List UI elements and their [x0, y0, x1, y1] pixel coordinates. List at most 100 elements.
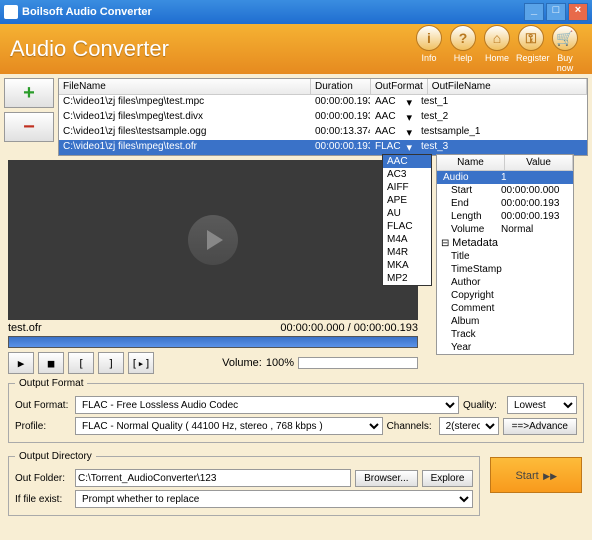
cell-duration: 00:00:00.193 [311, 140, 371, 155]
minimize-button[interactable]: _ [524, 3, 544, 21]
format-option[interactable]: AC3 [383, 168, 431, 181]
output-format-group: Output Format Out Format: FLAC - Free Lo… [8, 378, 584, 443]
meta-row[interactable]: Album [437, 315, 573, 328]
nav-home[interactable]: ⌂Home [482, 25, 512, 73]
format-option[interactable]: AU [383, 207, 431, 220]
profile-label: Profile: [15, 421, 71, 432]
col-duration[interactable]: Duration [311, 79, 371, 94]
meta-row[interactable]: Track [437, 328, 573, 341]
prop-row[interactable]: End00:00:00.193 [437, 197, 573, 210]
meta-row[interactable]: Author [437, 276, 573, 289]
cell-outfilename: test_2 [417, 110, 587, 125]
meta-row[interactable]: Title [437, 250, 573, 263]
range-button[interactable]: [▸] [128, 352, 154, 374]
out-format-label: Out Format: [15, 400, 71, 411]
format-option[interactable]: M4R [383, 246, 431, 259]
app-icon [4, 5, 18, 19]
format-option[interactable]: APE [383, 194, 431, 207]
maximize-button[interactable]: □ [546, 3, 566, 21]
cell-duration: 00:00:00.193 [311, 95, 371, 110]
meta-row[interactable]: Year [437, 341, 573, 354]
output-directory-legend: Output Directory [15, 451, 96, 462]
output-directory-group: Output Directory Out Folder: Browser... … [8, 451, 480, 516]
prop-col-value: Value [505, 155, 573, 170]
cell-format[interactable]: AAC ▾ [371, 125, 417, 140]
cell-outfilename: test_3 [417, 140, 587, 155]
format-option[interactable]: FLAC [383, 220, 431, 233]
format-dropdown[interactable]: AACAC3AIFFAPEAUFLACM4AM4RMKAMP2 [382, 154, 432, 286]
volume-label: Volume: [222, 357, 262, 369]
add-button[interactable]: + [4, 78, 54, 108]
help-icon: ? [450, 25, 476, 51]
mark-out-button[interactable]: ] [98, 352, 124, 374]
profile-select[interactable]: FLAC - Normal Quality ( 44100 Hz, stereo… [75, 417, 383, 435]
table-row[interactable]: C:\video1\zj files\mpeg\test.divx00:00:0… [59, 110, 587, 125]
play-icon [207, 230, 223, 250]
meta-row[interactable]: Comment [437, 302, 573, 315]
file-table[interactable]: FileName Duration OutFormat OutFileName … [58, 78, 588, 156]
close-button[interactable]: × [568, 3, 588, 21]
preview-filename: test.ofr [8, 322, 42, 334]
prop-col-name: Name [437, 155, 505, 170]
start-button[interactable]: Start ▶▶ [490, 457, 582, 493]
prop-row[interactable]: Start00:00:00.000 [437, 184, 573, 197]
preview-area [8, 160, 418, 320]
prop-metadata-group[interactable]: ⊟ Metadata [437, 236, 573, 250]
prop-row[interactable]: Length00:00:00.193 [437, 210, 573, 223]
remove-button[interactable]: − [4, 112, 54, 142]
cell-format[interactable]: AAC ▾ [371, 95, 417, 110]
volume-slider[interactable] [298, 357, 418, 369]
format-option[interactable]: M4A [383, 233, 431, 246]
explore-button[interactable]: Explore [422, 470, 474, 487]
format-option[interactable]: MKA [383, 259, 431, 272]
buy now-icon: 🛒 [552, 25, 578, 51]
cell-filename: C:\video1\zj files\mpeg\test.divx [59, 110, 311, 125]
stop-ctrl-button[interactable]: ■ [38, 352, 64, 374]
cell-duration: 00:00:00.193 [311, 110, 371, 125]
play-button[interactable] [188, 215, 238, 265]
register-icon: ⚿ [518, 25, 544, 51]
preview-time: 00:00:00.000 / 00:00:00.193 [280, 322, 418, 334]
cell-outfilename: test_1 [417, 95, 587, 110]
advance-button[interactable]: ==>Advance [503, 418, 577, 435]
header: Audio Converter iInfo?Help⌂Home⚿Register… [0, 24, 592, 74]
cell-filename: C:\video1\zj files\mpeg\test.ofr [59, 140, 311, 155]
property-grid[interactable]: Name Value Audio 1 Start00:00:00.000End0… [436, 154, 574, 355]
table-row[interactable]: C:\video1\zj files\mpeg\test.mpc00:00:00… [59, 95, 587, 110]
col-filename[interactable]: FileName [59, 79, 311, 94]
prop-audio[interactable]: Audio [437, 171, 497, 184]
if-exist-select[interactable]: Prompt whether to replace [75, 490, 473, 508]
cell-outfilename: testsample_1 [417, 125, 587, 140]
cell-duration: 00:00:13.374 [311, 125, 371, 140]
mark-in-button[interactable]: [ [68, 352, 94, 374]
format-option[interactable]: MP2 [383, 272, 431, 285]
play-ctrl-button[interactable]: ▶ [8, 352, 34, 374]
prop-audio-value: 1 [497, 171, 573, 184]
col-outformat[interactable]: OutFormat [371, 79, 428, 94]
format-option[interactable]: AIFF [383, 181, 431, 194]
titlebar: Boilsoft Audio Converter _ □ × [0, 0, 592, 24]
nav-buy-now[interactable]: 🛒Buy now [550, 25, 580, 73]
out-folder-input[interactable] [75, 469, 351, 487]
meta-row[interactable]: Copyright [437, 289, 573, 302]
col-outfilename[interactable]: OutFileName [428, 79, 587, 94]
nav-info[interactable]: iInfo [414, 25, 444, 73]
seek-slider[interactable] [8, 336, 418, 348]
cell-filename: C:\video1\zj files\testsample.ogg [59, 125, 311, 140]
browse-button[interactable]: Browser... [355, 470, 417, 487]
quality-select[interactable]: Lowest [507, 396, 577, 414]
if-exist-label: If file exist: [15, 494, 71, 505]
format-option[interactable]: AAC [383, 155, 431, 168]
meta-row[interactable]: TimeStamp [437, 263, 573, 276]
nav-register[interactable]: ⚿Register [516, 25, 546, 73]
out-format-select[interactable]: FLAC - Free Lossless Audio Codec [75, 396, 459, 414]
main-body: + − FileName Duration OutFormat OutFileN… [0, 74, 592, 540]
table-row[interactable]: C:\video1\zj files\testsample.ogg00:00:1… [59, 125, 587, 140]
table-row[interactable]: C:\video1\zj files\mpeg\test.ofr00:00:00… [59, 140, 587, 155]
cell-format[interactable]: AAC ▾ [371, 110, 417, 125]
info-icon: i [416, 25, 442, 51]
nav-help[interactable]: ?Help [448, 25, 478, 73]
channels-select[interactable]: 2(stereo) [439, 417, 499, 435]
prop-row[interactable]: VolumeNormal [437, 223, 573, 236]
cell-format[interactable]: FLAC ▾ [371, 140, 417, 155]
